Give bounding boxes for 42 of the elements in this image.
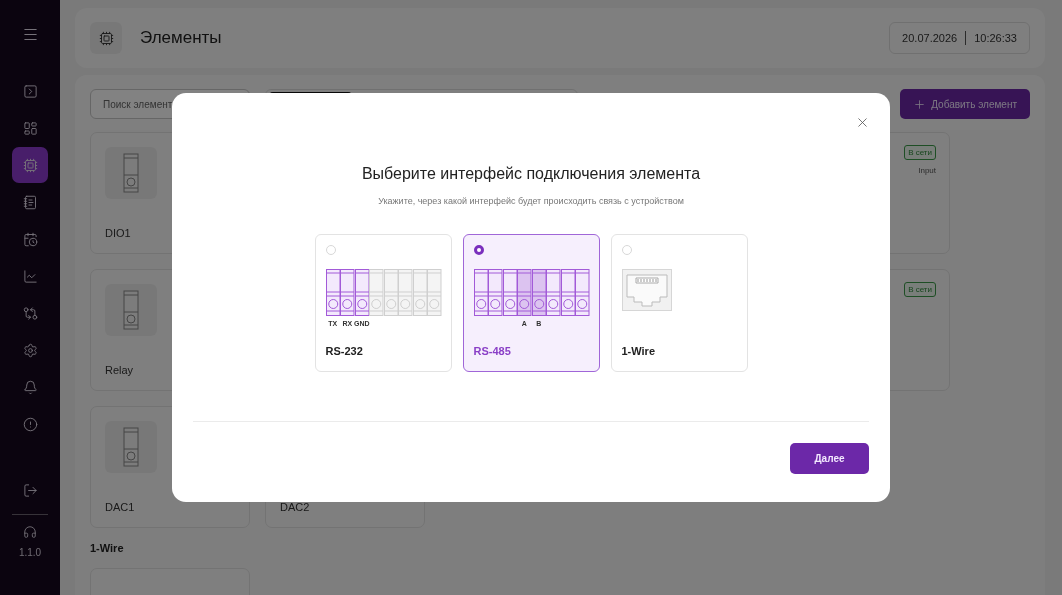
radio-button[interactable]: [473, 245, 484, 255]
element-name: Relay: [105, 364, 135, 376]
settings-icon: [22, 342, 38, 358]
arrows-icon: [22, 305, 38, 321]
modal-subtitle: Укажите, через какой интерфейс будет происходить связь с устройством: [378, 196, 684, 206]
element-name: DAC1: [105, 501, 136, 513]
time-text: 10:26:33: [974, 32, 1017, 44]
page-title: Элементы: [140, 28, 223, 48]
bell-icon: [22, 379, 38, 395]
menu-icon[interactable]: [21, 26, 39, 43]
logout-icon[interactable]: [22, 483, 38, 498]
ethernet-port-icon: [621, 269, 672, 311]
section-title: 1-Wire: [89, 541, 125, 556]
element-type: Input: [918, 166, 936, 175]
alert-icon: [22, 416, 38, 432]
element-name: DIO1: [105, 227, 132, 239]
device-icon: [123, 153, 139, 193]
next-button[interactable]: Далее: [790, 443, 869, 474]
date-text: 20.07.2026: [902, 32, 958, 44]
modal-title: Выберите интерфейс подключения элемента: [361, 165, 701, 183]
interface-option[interactable]: 1-Wire: [610, 234, 748, 372]
status-badge: В сети: [904, 282, 936, 297]
chevron-square-icon: [22, 83, 38, 99]
headphones-icon[interactable]: [23, 525, 37, 539]
chart-icon: [22, 268, 38, 284]
device-icon: [123, 290, 139, 330]
version-text: 1.1.0: [18, 547, 42, 558]
add-element-button[interactable]: Добавить элемент: [900, 89, 1030, 119]
dashboard-icon: [22, 120, 38, 136]
calendar-icon: [22, 231, 38, 247]
notebook-icon: [22, 194, 38, 210]
device-icon: [123, 427, 139, 467]
chip-icon: [98, 30, 114, 46]
plus-icon: [913, 97, 927, 111]
status-badge: В сети: [904, 145, 936, 160]
chip-icon: [22, 157, 38, 173]
close-button[interactable]: [855, 115, 870, 130]
option-label: RS-485: [473, 345, 512, 357]
element-name: DAC2: [280, 501, 311, 513]
option-label: 1-Wire: [621, 345, 657, 357]
nav-item[interactable]: [12, 147, 48, 183]
option-label: RS-232: [325, 345, 364, 357]
